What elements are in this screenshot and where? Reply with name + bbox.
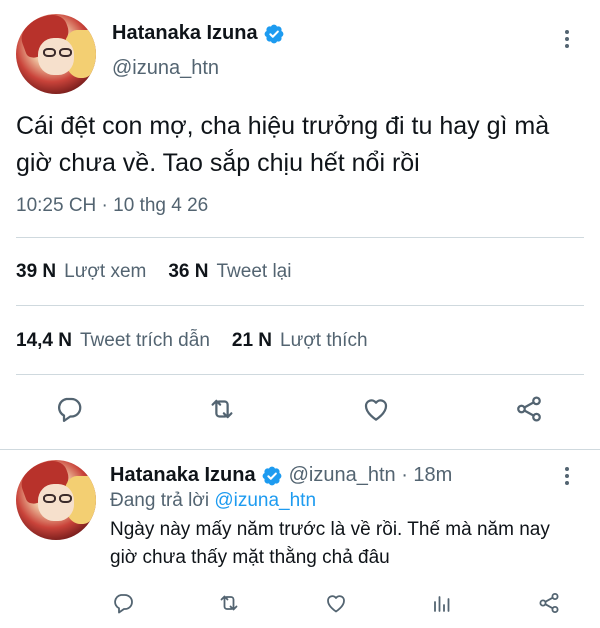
tweet-actions — [0, 392, 600, 432]
author-display-name[interactable]: Hatanaka Izuna — [110, 464, 256, 487]
views-label: Lượt xem — [64, 261, 147, 282]
quotes-label: Tweet trích dẫn — [79, 330, 210, 351]
stats-row-1: 39 N Lượt xem 36 N Tweet lại — [16, 261, 291, 283]
likes-stat[interactable]: 21 N Lượt thích — [232, 330, 368, 352]
more-options-icon[interactable] — [557, 464, 577, 488]
author-display-name[interactable]: Hatanaka Izuna — [112, 22, 258, 45]
reply-icon[interactable] — [106, 586, 140, 620]
stats-row-2: 14,4 N Tweet trích dẫn 21 N Lượt thích — [16, 330, 368, 352]
tweet-text: Cái đệt con mợ, cha hiệu trưởng đi tu ha… — [16, 112, 550, 177]
views-stat[interactable]: 39 N Lượt xem — [16, 261, 146, 283]
avatar[interactable] — [16, 14, 96, 94]
reply-text: Ngày này mấy năm trước là về rồi. Thế mà… — [110, 519, 550, 568]
author-name-row[interactable]: Hatanaka Izuna — [112, 22, 285, 45]
main-tweet: Hatanaka Izuna @izuna_htn Cái đệt con mợ… — [0, 0, 600, 450]
like-icon[interactable] — [359, 392, 393, 426]
reply-tweet[interactable]: Hatanaka Izuna @izuna_htn · 18m Đang trả… — [0, 450, 600, 628]
retweets-label: Tweet lại — [216, 261, 292, 282]
reply-handle-time[interactable]: @izuna_htn · 18m — [289, 464, 453, 487]
quotes-count: 14,4 N — [16, 330, 72, 351]
replying-to: Đang trả lời @izuna_htn — [110, 490, 316, 512]
more-options-icon[interactable] — [557, 27, 577, 51]
tweet-timestamp[interactable]: 10:25 CH · 10 thg 4 26 — [16, 195, 208, 217]
reply-header: Hatanaka Izuna @izuna_htn · 18m — [110, 464, 452, 487]
reply-icon[interactable] — [52, 392, 86, 426]
divider — [16, 374, 584, 375]
replying-prefix: Đang trả lời — [110, 490, 210, 511]
divider — [16, 305, 584, 306]
retweet-icon[interactable] — [205, 392, 239, 426]
quotes-stat[interactable]: 14,4 N Tweet trích dẫn — [16, 330, 210, 352]
retweets-stat[interactable]: 36 N Tweet lại — [168, 261, 291, 283]
avatar[interactable] — [16, 460, 96, 540]
retweets-count: 36 N — [168, 261, 209, 282]
views-icon[interactable] — [425, 586, 459, 620]
divider — [16, 237, 584, 238]
author-handle[interactable]: @izuna_htn — [112, 57, 219, 80]
views-count: 39 N — [16, 261, 57, 282]
share-icon[interactable] — [512, 392, 546, 426]
likes-count: 21 N — [231, 330, 273, 351]
verified-badge-icon — [262, 466, 282, 485]
likes-label: Lượt thích — [280, 330, 368, 351]
share-icon[interactable] — [532, 586, 566, 620]
retweet-icon[interactable] — [212, 586, 246, 620]
like-icon[interactable] — [319, 586, 353, 620]
replying-mention-link[interactable]: @izuna_htn — [214, 490, 316, 511]
verified-badge-icon — [264, 24, 284, 43]
